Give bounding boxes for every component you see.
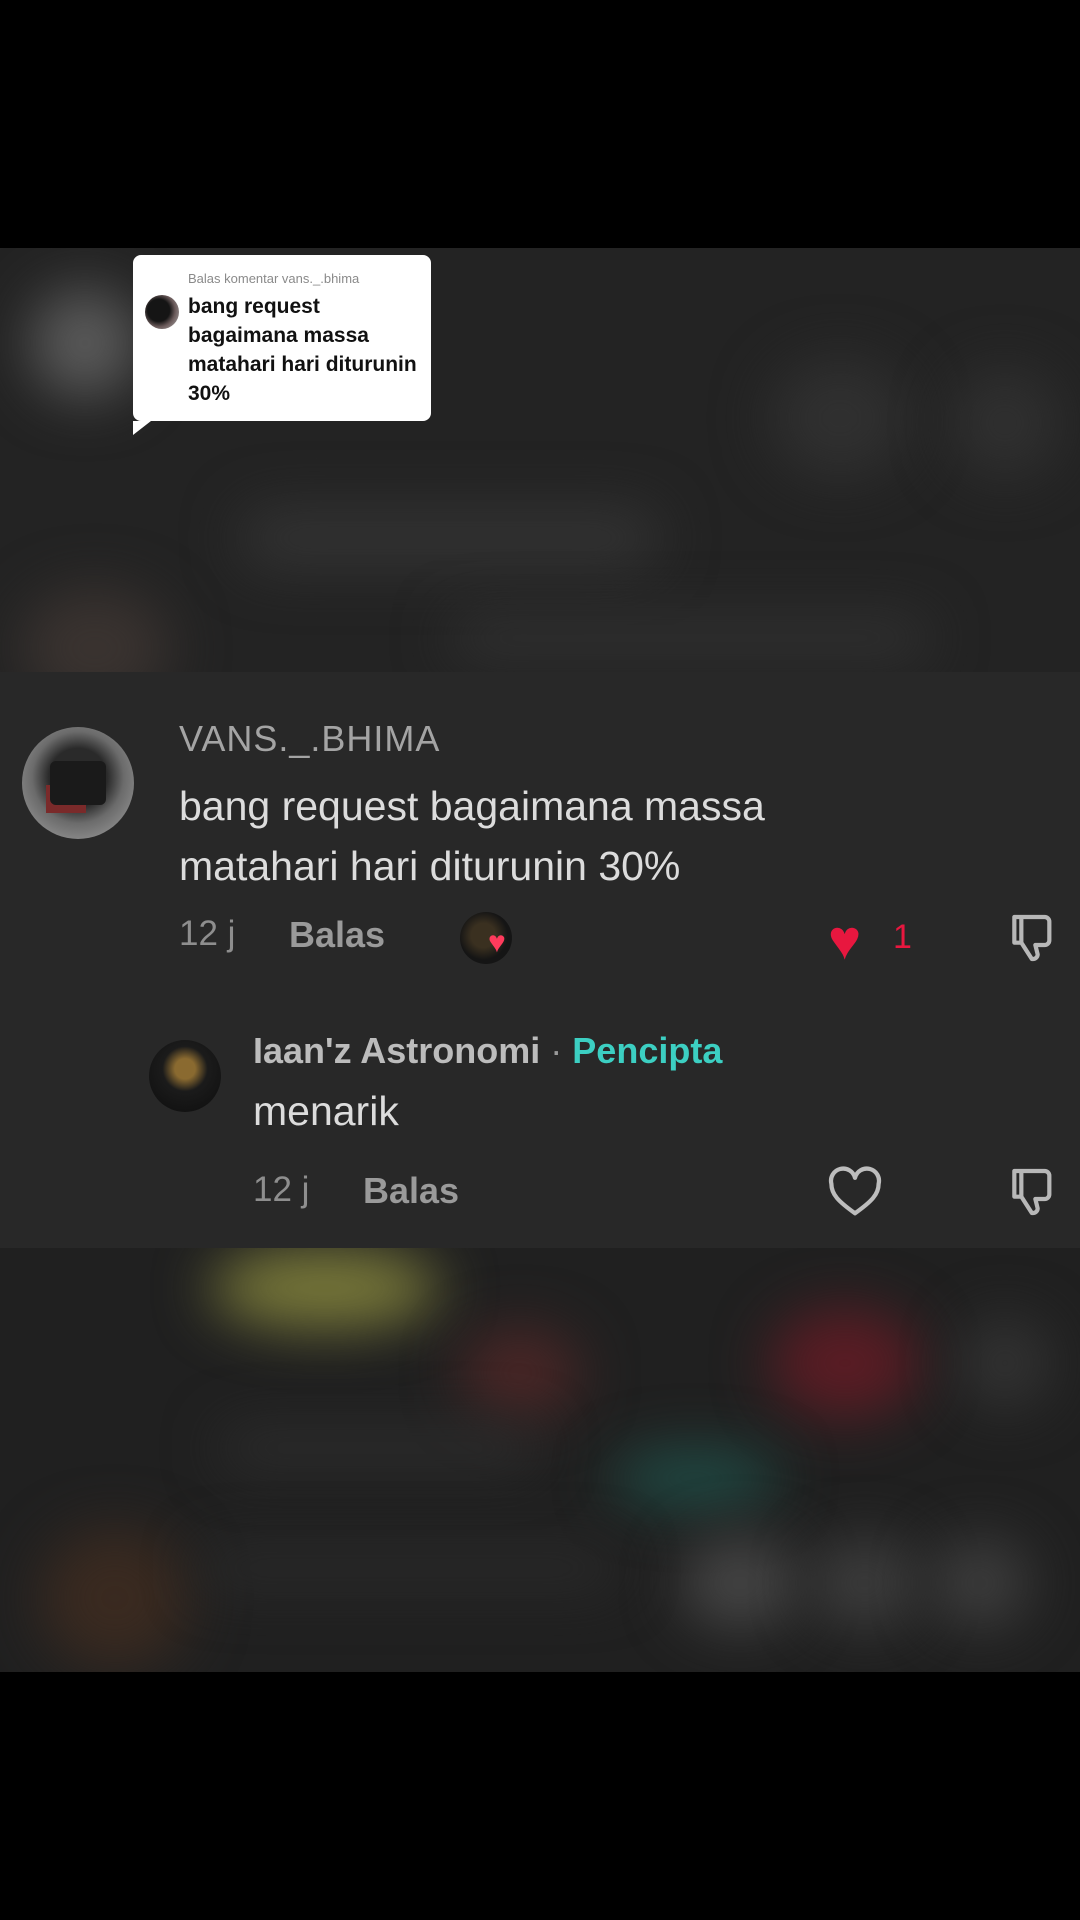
creator-badge: Pencipta <box>572 1030 723 1071</box>
heart-filled-icon[interactable]: ♥ <box>828 912 861 968</box>
reply-avatar[interactable] <box>149 1040 221 1112</box>
blurred-shape <box>950 368 1060 478</box>
blurred-shape <box>680 1538 800 1628</box>
comment-text-line: matahari hari diturunin 30% <box>179 843 681 889</box>
avatar[interactable] <box>22 727 134 839</box>
blurred-shape <box>770 1308 920 1418</box>
blurred-shape <box>240 508 660 568</box>
creator-like-heart-icon: ♥ <box>488 926 506 959</box>
dislike-icon[interactable] <box>1005 910 1061 966</box>
comment-text: bang request bagaimana massa matahari ha… <box>179 776 939 896</box>
dislike-icon[interactable] <box>1005 1164 1061 1220</box>
blurred-shape <box>210 1248 440 1328</box>
like-count: 1 <box>893 918 912 956</box>
sticker-text: bang request bagaimana massa matahari ha… <box>188 295 417 405</box>
blurred-shape <box>930 1538 1030 1628</box>
reply-username-row: Iaan'z Astronomi · Pencipta <box>253 1030 722 1072</box>
sticker-header: Balas komentar vans._.bhima <box>188 271 360 286</box>
blurred-shape <box>40 1528 190 1668</box>
blurred-shape <box>30 288 140 398</box>
comment-timestamp: 12 j <box>179 914 236 953</box>
blurred-shape <box>200 1548 620 1588</box>
reply-text: menarik <box>253 1088 399 1134</box>
reply-button[interactable]: Balas <box>289 914 385 956</box>
comment-section <box>0 672 1080 1248</box>
blurred-shape <box>810 1538 920 1628</box>
reply-timestamp: 12 j <box>253 1170 310 1209</box>
comment-username[interactable]: VANS._.BHIMA <box>179 718 440 760</box>
blurred-shape <box>770 358 910 478</box>
blurred-shape <box>460 1328 580 1418</box>
comment-text-line: bang request bagaimana massa <box>179 783 765 829</box>
separator-dot: · <box>550 1030 563 1071</box>
reply-reply-button[interactable]: Balas <box>363 1170 459 1212</box>
reply-comment-sticker[interactable]: Balas komentar vans._.bhima bang request… <box>133 255 431 435</box>
blurred-shape <box>960 1318 1050 1408</box>
reply-username[interactable]: Iaan'z Astronomi <box>253 1030 540 1071</box>
blurred-shape <box>450 618 930 658</box>
heart-outline-icon[interactable] <box>826 1166 884 1218</box>
blurred-shape <box>610 1448 780 1508</box>
blurred-shape <box>220 1428 540 1468</box>
sticker-avatar <box>145 295 179 329</box>
